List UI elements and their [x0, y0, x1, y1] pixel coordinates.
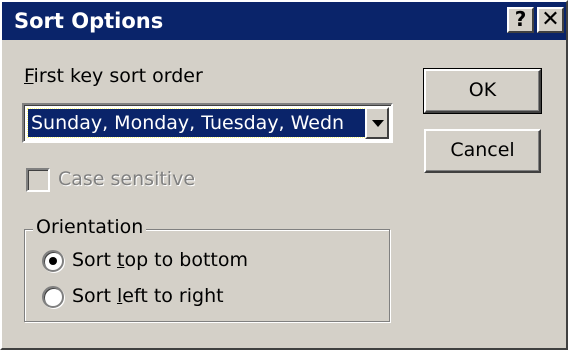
- first-key-sort-order-value: Sunday, Monday, Tuesday, Wedn: [27, 108, 369, 138]
- title-bar[interactable]: Sort Options ? ✕: [2, 2, 566, 40]
- sort-left-to-right-label: Sort left to right: [72, 285, 224, 307]
- dialog-title: Sort Options: [14, 9, 164, 33]
- dropdown-arrow-icon[interactable]: [365, 107, 389, 139]
- ok-button[interactable]: OK: [423, 68, 542, 114]
- close-button[interactable]: ✕: [537, 7, 564, 33]
- first-key-label-rest: irst key sort order: [33, 65, 203, 87]
- help-button[interactable]: ?: [507, 7, 534, 33]
- sort-top-to-bottom-label-post: op to bottom: [124, 249, 249, 271]
- sort-top-to-bottom-radio[interactable]: [42, 250, 64, 272]
- sort-top-to-bottom-label-pre: Sort: [72, 249, 117, 271]
- cancel-button[interactable]: Cancel: [424, 129, 541, 173]
- orientation-legend: Orientation: [33, 216, 147, 238]
- case-sensitive-label: Case sensitive: [58, 168, 196, 190]
- sort-left-to-right-radio[interactable]: [42, 286, 64, 308]
- help-icon: ?: [514, 7, 527, 31]
- sort-top-to-bottom-label: Sort top to bottom: [72, 249, 248, 271]
- first-key-sort-order-combobox[interactable]: Sunday, Monday, Tuesday, Wedn: [22, 103, 393, 143]
- first-key-label-accel: F: [24, 65, 34, 87]
- first-key-label: First key sort order: [24, 65, 203, 87]
- case-sensitive-checkbox[interactable]: [26, 168, 50, 192]
- sort-left-to-right-label-pre: Sort: [72, 285, 117, 307]
- close-icon: ✕: [541, 7, 560, 32]
- orientation-groupbox: [24, 229, 390, 322]
- sort-left-to-right-label-post: eft to right: [122, 285, 224, 307]
- sort-options-dialog: Sort Options ? ✕ First key sort order Su…: [0, 0, 568, 350]
